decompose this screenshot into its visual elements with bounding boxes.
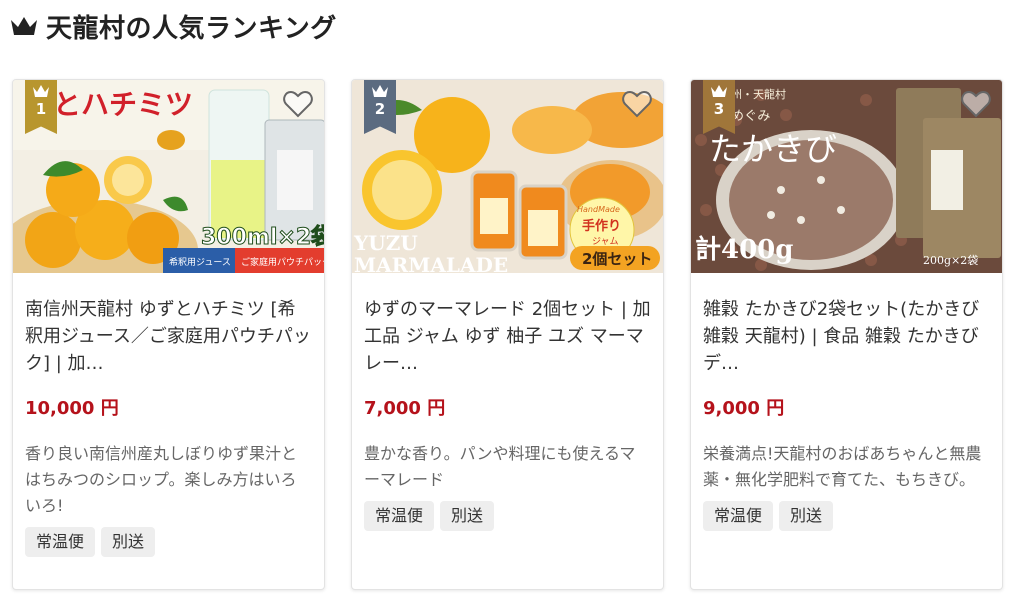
rank-badge: 2: [364, 80, 396, 134]
ranking-list: ずとハチミツ 300ml×2袋 希釈用ジュース ご家庭用パウチパック 1 南信州…: [12, 79, 1003, 590]
crown-icon: [10, 15, 38, 37]
favorite-button[interactable]: [621, 88, 653, 120]
image-label-right: ご家庭用パウチパック: [241, 256, 324, 268]
product-price: 7,000 円: [364, 398, 446, 419]
product-tags: 常温便 別送: [364, 501, 651, 531]
tag-shipping: 常温便: [364, 501, 435, 531]
product-image[interactable]: 州・天龍村 めぐみ たかきび 計400g 200g×2袋 3: [691, 80, 1002, 273]
image-megumi: めぐみ: [731, 109, 770, 124]
rank-badge: 1: [25, 80, 57, 134]
product-title[interactable]: 南信州天龍村 ゆずとハチミツ [希釈用ジュース／ご家庭用パウチパック] | 加…: [25, 296, 312, 377]
image-label-left: 希釈用ジュース: [169, 256, 231, 268]
tag-shipping: 常温便: [25, 527, 96, 557]
image-tezukuri: 手作り: [582, 218, 621, 234]
crown-icon: [711, 85, 727, 97]
ranking-header: 天龍村の人気ランキング: [10, 8, 337, 44]
product-description: 香り良い南信州産丸しぼりゆず果汁とはちみつのシロップ。楽しみ方はいろいろ!: [25, 444, 298, 515]
marmalade-photo: HandMade 手作り ジャム 2個セット YUZU MARMALADE: [352, 80, 663, 273]
heart-icon: [622, 90, 652, 118]
crown-icon: [372, 85, 388, 97]
page-title: 天龍村の人気ランキング: [46, 13, 337, 44]
image-total: 計400g: [695, 234, 793, 265]
crown-icon: [33, 85, 49, 97]
image-jam: ジャム: [592, 236, 619, 247]
product-description: 豊かな香り。パンや料理にも使えるマーマレード: [364, 444, 636, 489]
product-card-1[interactable]: ずとハチミツ 300ml×2袋 希釈用ジュース ご家庭用パウチパック 1 南信州…: [12, 79, 325, 590]
product-tags: 常温便 別送: [703, 501, 990, 531]
product-card-3[interactable]: 州・天龍村 めぐみ たかきび 計400g 200g×2袋 3 雑穀 たかきび2袋…: [690, 79, 1003, 590]
product-title[interactable]: 雑穀 たかきび2袋セット(たかきび 雑穀 天龍村) | 食品 雑穀 たかきび デ…: [703, 296, 990, 377]
tag-separate: 別送: [440, 501, 495, 531]
rank-number: 2: [374, 100, 386, 118]
favorite-button[interactable]: [960, 88, 992, 120]
image-line2: MARMALADE: [354, 253, 508, 273]
image-volume: 300ml×2袋: [201, 224, 324, 250]
product-description: 栄養満点!天龍村のおばあちゃんと無農薬・無化学肥料で育てた、もちきび。: [703, 444, 982, 489]
image-origin: 州・天龍村: [731, 87, 786, 101]
tag-shipping: 常温便: [703, 501, 774, 531]
rank-number: 1: [35, 100, 47, 118]
tag-separate: 別送: [779, 501, 834, 531]
product-price: 9,000 円: [703, 398, 785, 419]
image-pack: 200g×2袋: [923, 253, 978, 267]
rank-badge: 3: [703, 80, 735, 134]
product-image[interactable]: ずとハチミツ 300ml×2袋 希釈用ジュース ご家庭用パウチパック 1: [13, 80, 324, 273]
image-set: 2個セット: [582, 250, 652, 268]
favorite-button[interactable]: [282, 88, 314, 120]
heart-icon: [283, 90, 313, 118]
image-line1: YUZU: [353, 231, 418, 255]
product-tags: 常温便 別送: [25, 527, 312, 557]
rank-number: 3: [713, 100, 725, 118]
image-handmade: HandMade: [577, 205, 620, 214]
product-image[interactable]: HandMade 手作り ジャム 2個セット YUZU MARMALADE 2: [352, 80, 663, 273]
takakibi-photo: 州・天龍村 めぐみ たかきび 計400g 200g×2袋: [691, 80, 1002, 273]
tag-separate: 別送: [101, 527, 156, 557]
image-name: たかきび: [709, 130, 837, 168]
product-card-2[interactable]: HandMade 手作り ジャム 2個セット YUZU MARMALADE 2 …: [351, 79, 664, 590]
yuzu-honey-photo: ずとハチミツ 300ml×2袋 希釈用ジュース ご家庭用パウチパック: [13, 80, 324, 273]
product-title[interactable]: ゆずのマーマレード 2個セット | 加工品 ジャム ゆず 柚子 ユズ マーマレー…: [364, 296, 651, 377]
heart-icon: [961, 90, 991, 118]
product-price: 10,000 円: [25, 398, 119, 419]
